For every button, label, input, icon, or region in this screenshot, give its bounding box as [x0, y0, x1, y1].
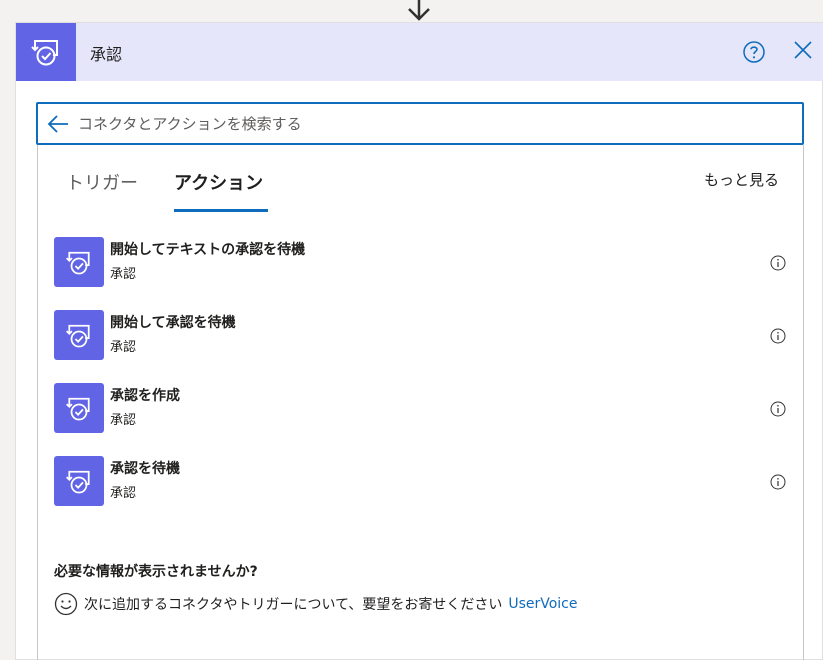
uservoice-link[interactable]: UserVoice — [508, 596, 577, 612]
help-circle-icon[interactable] — [742, 40, 766, 64]
action-name: 開始してテキストの承認を待機 — [110, 242, 306, 258]
approval-connector-card: 承認 トリガー アクション もっと見る 開始してテキストの承認を待機 承認 — [15, 22, 823, 660]
approval-icon — [54, 310, 104, 360]
approval-icon — [54, 383, 104, 433]
arrow-left-icon[interactable] — [46, 113, 70, 135]
info-icon[interactable] — [770, 401, 786, 417]
search-input[interactable] — [78, 110, 788, 138]
action-connector: 承認 — [110, 267, 137, 282]
action-name: 開始して承認を待機 — [110, 315, 236, 331]
card-header: 承認 — [16, 23, 823, 81]
info-icon[interactable] — [770, 255, 786, 271]
results-panel: トリガー アクション もっと見る 開始してテキストの承認を待機 承認 開始して承… — [37, 145, 804, 660]
feedback-text: 次に追加するコネクタやトリガーについて、要望をお寄せください — [84, 597, 503, 613]
action-name: 承認を作成 — [110, 388, 180, 404]
action-connector: 承認 — [110, 413, 137, 428]
missing-info-heading: 必要な情報が表示されませんか? — [54, 564, 258, 580]
card-title: 承認 — [90, 45, 123, 64]
action-connector: 承認 — [110, 340, 137, 355]
tab-triggers[interactable]: トリガー — [66, 169, 138, 195]
action-item-start-and-wait-approval[interactable]: 開始して承認を待機 承認 — [54, 310, 794, 362]
tab-actions[interactable]: アクション — [174, 169, 263, 195]
action-item-create-approval[interactable]: 承認を作成 承認 — [54, 383, 794, 435]
action-item-start-and-wait-text-approval[interactable]: 開始してテキストの承認を待機 承認 — [54, 237, 794, 289]
arrow-down-icon — [408, 0, 430, 21]
action-item-wait-for-approval[interactable]: 承認を待機 承認 — [54, 456, 794, 508]
see-more-link[interactable]: もっと見る — [704, 169, 779, 190]
action-name: 承認を待機 — [110, 461, 180, 477]
smile-icon — [54, 592, 78, 616]
search-box — [36, 102, 804, 145]
tab-selected-indicator — [174, 209, 268, 212]
approval-icon — [54, 456, 104, 506]
info-icon[interactable] — [770, 474, 786, 490]
info-icon[interactable] — [770, 328, 786, 344]
approval-icon — [54, 237, 104, 287]
approval-icon — [16, 23, 76, 81]
close-icon[interactable] — [792, 39, 814, 61]
action-connector: 承認 — [110, 486, 137, 501]
feedback-row: 次に追加するコネクタやトリガーについて、要望をお寄せください UserVoice — [54, 591, 774, 617]
